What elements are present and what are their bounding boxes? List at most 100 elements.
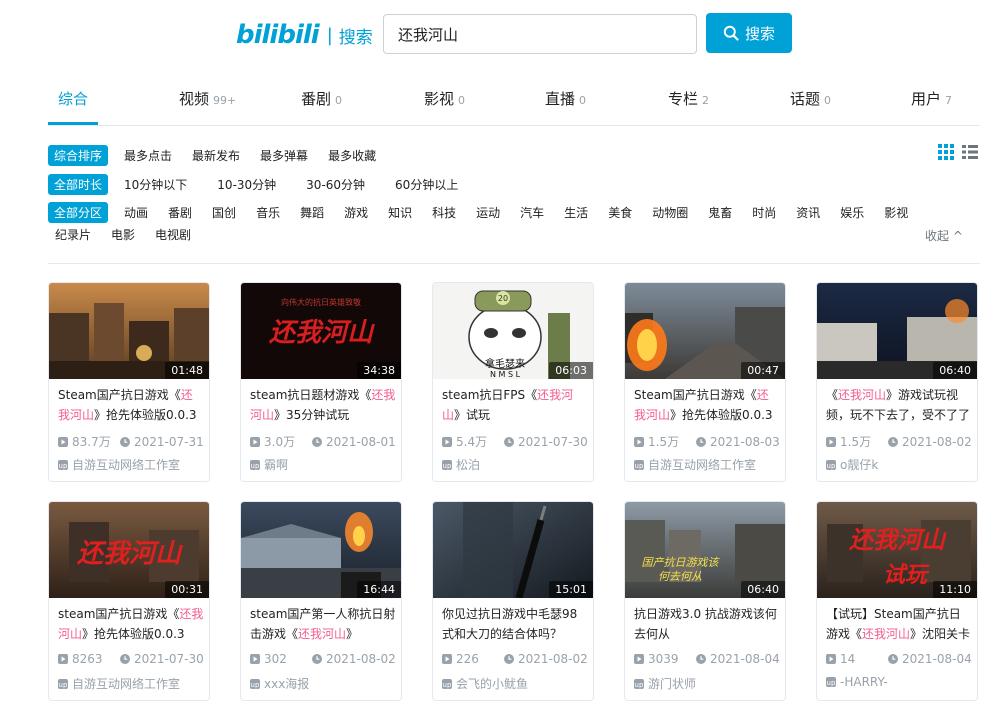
zone-option[interactable]: 电视剧 bbox=[155, 226, 191, 243]
video-title[interactable]: 【试玩】Steam国产抗日游戏《还我河山》沈阳关卡 bbox=[826, 604, 972, 644]
video-title[interactable]: steam国产抗日游戏《还我河山》抢先体验版0.0.3 bbox=[58, 604, 204, 644]
bilibili-logo[interactable]: bilibili | 搜索 bbox=[236, 18, 373, 52]
zone-option[interactable]: 番剧 bbox=[168, 204, 192, 221]
zone-option[interactable]: 娱乐 bbox=[840, 204, 864, 221]
tab-live[interactable]: 直播 0 bbox=[545, 88, 586, 109]
video-thumbnail[interactable]: 还我河山 00:31 bbox=[49, 502, 209, 598]
video-title[interactable]: 抗日游戏3.0 抗战游戏该何去何从 bbox=[634, 604, 780, 644]
zone-option[interactable]: 鬼畜 bbox=[708, 204, 732, 221]
tab-movie[interactable]: 影视 0 bbox=[424, 88, 465, 109]
duration-option[interactable]: 60分钟以上 bbox=[395, 176, 458, 193]
tab-bangumi[interactable]: 番剧 0 bbox=[301, 88, 342, 109]
zone-option[interactable]: 全部分区 bbox=[48, 202, 109, 223]
video-title[interactable]: Steam国产抗日游戏《还我河山》抢先体验版0.0.3介绍 bbox=[58, 385, 204, 425]
tab-count: 0 bbox=[824, 94, 832, 107]
video-thumbnail[interactable]: 还我河山 试玩 11:10 bbox=[817, 502, 977, 598]
search-icon bbox=[723, 25, 739, 41]
video-card[interactable]: 00:47 Steam国产抗日游戏《还我河山》抢先体验版0.0.3补充 1.5万… bbox=[624, 282, 786, 482]
tab-topic[interactable]: 话题 0 bbox=[790, 88, 831, 109]
video-title[interactable]: steam国产第一人称抗日射击游戏《还我河山》 bbox=[250, 604, 396, 644]
sort-option[interactable]: 综合排序 bbox=[48, 145, 109, 166]
video-card[interactable]: 15:01 你见过抗日游戏中毛瑟98式和大刀的结合体吗？ 226 2021-08… bbox=[432, 501, 594, 701]
uploader[interactable]: up 自游互动网络工作室 bbox=[58, 456, 180, 473]
video-card[interactable]: 16:44 steam国产第一人称抗日射击游戏《还我河山》 302 2021-0… bbox=[240, 501, 402, 701]
uploader[interactable]: up -HARRY- bbox=[826, 675, 888, 689]
tab-count: 0 bbox=[458, 94, 466, 107]
duration-option[interactable]: 10分钟以下 bbox=[124, 176, 187, 193]
tab-all[interactable]: 综合 bbox=[58, 88, 88, 109]
zone-option[interactable]: 生活 bbox=[564, 204, 588, 221]
uploader[interactable]: up 游门状师 bbox=[634, 675, 696, 692]
sort-option[interactable]: 最新发布 bbox=[192, 147, 240, 164]
search-button[interactable]: 搜索 bbox=[706, 13, 792, 53]
video-thumbnail[interactable]: 16:44 bbox=[241, 502, 401, 598]
uploader[interactable]: up o靓仔k bbox=[826, 456, 878, 473]
zone-option[interactable]: 知识 bbox=[388, 204, 412, 221]
duration-option[interactable]: 10-30分钟 bbox=[217, 176, 276, 193]
zone-option[interactable]: 美食 bbox=[608, 204, 632, 221]
video-thumbnail[interactable]: 国产抗日游戏该 何去何从 06:40 bbox=[625, 502, 785, 598]
sort-option[interactable]: 最多弹幕 bbox=[260, 147, 308, 164]
list-view-icon[interactable] bbox=[962, 144, 978, 160]
zone-option[interactable]: 时尚 bbox=[752, 204, 776, 221]
uploader[interactable]: up 自游互动网络工作室 bbox=[58, 675, 180, 692]
play-count: 302 bbox=[250, 652, 312, 666]
zone-option[interactable]: 国创 bbox=[212, 204, 236, 221]
zone-option[interactable]: 科技 bbox=[432, 204, 456, 221]
zone-option[interactable]: 游戏 bbox=[344, 204, 368, 221]
zone-option[interactable]: 纪录片 bbox=[55, 226, 91, 243]
video-title[interactable]: steam抗日题材游戏《还我河山》35分钟试玩 bbox=[250, 385, 396, 425]
video-meta: 5.4万 2021-07-30 bbox=[442, 433, 592, 450]
zone-option[interactable]: 舞蹈 bbox=[300, 204, 324, 221]
video-thumbnail[interactable]: 15:01 bbox=[433, 502, 593, 598]
zone-option[interactable]: 运动 bbox=[476, 204, 500, 221]
video-title[interactable]: Steam国产抗日游戏《还我河山》抢先体验版0.0.3补充 bbox=[634, 385, 780, 425]
zone-option[interactable]: 动物圈 bbox=[652, 204, 688, 221]
video-card[interactable]: 01:48 Steam国产抗日游戏《还我河山》抢先体验版0.0.3介绍 83.7… bbox=[48, 282, 210, 482]
tab-user[interactable]: 用户 7 bbox=[911, 88, 952, 109]
video-thumbnail[interactable]: 06:40 bbox=[817, 283, 977, 379]
video-title[interactable]: steam抗日FPS《还我河山》试玩 bbox=[442, 385, 588, 425]
zone-option[interactable]: 影视 bbox=[884, 204, 908, 221]
upload-date-value: 2021-08-04 bbox=[902, 652, 972, 666]
zone-option[interactable]: 电影 bbox=[111, 226, 135, 243]
sort-option[interactable]: 最多点击 bbox=[124, 147, 172, 164]
clock-icon bbox=[504, 654, 514, 664]
duration-option[interactable]: 30-60分钟 bbox=[306, 176, 365, 193]
video-card[interactable]: 还我河山 试玩 11:10 【试玩】Steam国产抗日游戏《还我河山》沈阳关卡 … bbox=[816, 501, 978, 701]
zone-option[interactable]: 动画 bbox=[124, 204, 148, 221]
uploader[interactable]: up 霸啊 bbox=[250, 456, 288, 473]
video-thumbnail[interactable]: 00:47 bbox=[625, 283, 785, 379]
video-duration: 15:01 bbox=[549, 581, 593, 598]
upload-date: 2021-08-02 bbox=[504, 652, 588, 666]
video-thumbnail[interactable]: 20 拿毛瑟来 N M S L 06:03 bbox=[433, 283, 593, 379]
video-title[interactable]: 《还我河山》游戏试玩视频，玩不下去了，受不了了 bbox=[826, 385, 972, 425]
uploader[interactable]: up 自游互动网络工作室 bbox=[634, 456, 756, 473]
video-card[interactable]: 06:40 《还我河山》游戏试玩视频，玩不下去了，受不了了 1.5万 2021-… bbox=[816, 282, 978, 482]
video-card[interactable]: 国产抗日游戏该 何去何从 06:40 抗日游戏3.0 抗战游戏该何去何从 303… bbox=[624, 501, 786, 701]
sort-option[interactable]: 最多收藏 bbox=[328, 147, 376, 164]
uploader[interactable]: up xxx海报 bbox=[250, 675, 309, 692]
video-title[interactable]: 你见过抗日游戏中毛瑟98式和大刀的结合体吗？ bbox=[442, 604, 588, 644]
video-card[interactable]: 20 拿毛瑟来 N M S L 06:03 steam抗日FPS《还我河山》试玩… bbox=[432, 282, 594, 482]
uploader-name: -HARRY- bbox=[840, 675, 888, 689]
zone-option[interactable]: 音乐 bbox=[256, 204, 280, 221]
video-thumbnail[interactable]: 向伟大的抗日英雄致敬 还我河山 34:38 bbox=[241, 283, 401, 379]
logo-separator: | bbox=[326, 24, 333, 46]
video-thumbnail[interactable]: 01:48 bbox=[49, 283, 209, 379]
collapse-filters-button[interactable]: 收起 ^ bbox=[925, 227, 963, 244]
tab-video[interactable]: 视频 99+ bbox=[179, 88, 236, 109]
play-icon bbox=[634, 436, 644, 447]
video-card[interactable]: 向伟大的抗日英雄致敬 还我河山 34:38 steam抗日题材游戏《还我河山》3… bbox=[240, 282, 402, 482]
duration-option[interactable]: 全部时长 bbox=[48, 174, 109, 195]
uploader[interactable]: up 会飞的小鱿鱼 bbox=[442, 675, 528, 692]
uploader[interactable]: up 松泊 bbox=[442, 456, 480, 473]
zone-option[interactable]: 汽车 bbox=[520, 204, 544, 221]
title-keyword: 还我河山 bbox=[862, 627, 911, 641]
grid-view-icon[interactable] bbox=[938, 144, 954, 160]
tab-article[interactable]: 专栏 2 bbox=[668, 88, 709, 109]
video-card[interactable]: 还我河山 00:31 steam国产抗日游戏《还我河山》抢先体验版0.0.3 8… bbox=[48, 501, 210, 701]
zone-option[interactable]: 资讯 bbox=[796, 204, 820, 221]
tab-count: 99+ bbox=[213, 94, 237, 107]
search-input[interactable] bbox=[383, 14, 697, 54]
